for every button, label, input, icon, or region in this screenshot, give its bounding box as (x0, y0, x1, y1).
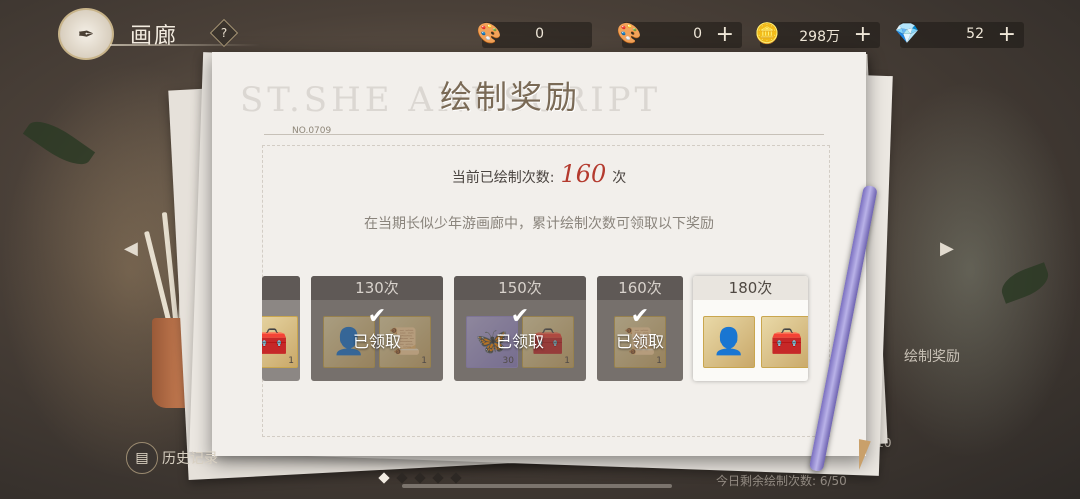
avatar-frame-icon: 👤 (703, 316, 755, 368)
claimed-label: 已领取 (352, 332, 401, 351)
reward-card-150[interactable]: 150次 🦋 30 🧰 1 ✔ 已领取 (454, 276, 586, 381)
reward-card-label: 180次 (693, 276, 808, 300)
document-number: NO.0709 (292, 126, 332, 136)
currency-paint-a: 🎨 0 (477, 21, 592, 48)
reward-card-160[interactable]: 160次 📜 1 ✔ 已领取 (597, 276, 683, 381)
reward-card-partial[interactable]: 🧰 1 (262, 276, 300, 381)
reward-card-130[interactable]: 130次 👤 📜 1 ✔ 已领取 (311, 276, 443, 381)
page-dot[interactable] (432, 472, 444, 484)
add-paint-button[interactable]: + (716, 22, 734, 48)
currency-value: 298万 (799, 29, 840, 45)
reward-card-label (262, 276, 300, 300)
currency-coin: 🪙 298万 + (755, 21, 880, 48)
paint-set-icon: 🎨 (616, 21, 642, 45)
reward-card-180[interactable]: 180次 👤 🧰 (693, 276, 808, 381)
diamond-icon: 💎 (894, 21, 920, 45)
page-dot[interactable] (378, 472, 390, 484)
page-dot[interactable] (450, 472, 462, 484)
check-icon: ✔ (510, 304, 530, 329)
paint-set-icon: 🎨 (476, 21, 502, 45)
reward-card-label: 150次 (454, 276, 586, 300)
check-icon: ✔ (367, 304, 387, 329)
currency-value: 0 (535, 26, 544, 42)
currency-paint-b: 🎨 0 + (617, 21, 742, 48)
title-underline (110, 44, 260, 46)
reward-card-label: 160次 (597, 276, 683, 300)
item-qty: 1 (288, 356, 294, 366)
arrow-right-icon[interactable]: ▶ (940, 238, 954, 259)
currency-value: 0 (693, 26, 702, 42)
help-icon: ? (220, 26, 228, 40)
claimed-label: 已领取 (615, 332, 664, 351)
draw-count-suffix: 次 (612, 170, 627, 186)
jewelry-box-icon: 🧰 1 (262, 316, 298, 368)
draw-count-prefix: 当前已绘制次数: (451, 170, 555, 186)
draw-count-row: 当前已绘制次数: 160 次 (212, 160, 866, 188)
quill-badge-icon[interactable]: ✒ (58, 8, 114, 60)
history-label[interactable]: 历史记录 (162, 448, 218, 468)
remaining-draws-text: 今日剩余绘制次数: 6/50 (716, 474, 847, 488)
background-reward-label: 绘制奖励 (904, 349, 960, 365)
page-dot[interactable] (414, 472, 426, 484)
draw-count-value: 160 (560, 160, 607, 188)
add-diamond-button[interactable]: + (998, 22, 1016, 48)
page-dot[interactable] (396, 472, 408, 484)
panel-title: 绘制奖励 (440, 78, 581, 116)
page-indicator (378, 472, 462, 484)
check-icon: ✔ (630, 304, 650, 329)
claimed-label: 已领取 (495, 332, 544, 351)
reward-card-label: 130次 (311, 276, 443, 300)
coin-icon: 🪙 (754, 21, 780, 45)
arrow-left-icon[interactable]: ◀ (124, 238, 138, 259)
history-icon[interactable]: ▤ (126, 442, 158, 474)
add-coin-button[interactable]: + (854, 22, 872, 48)
help-button[interactable]: ? (209, 18, 239, 48)
currency-value: 52 (966, 26, 984, 42)
meta-line (264, 134, 824, 135)
reward-description: 在当期长似少年游画廊中，累计绘制次数可领取以下奖励 (364, 216, 714, 232)
currency-diamond: 💎 52 + (895, 21, 1024, 48)
scroll-thumb[interactable] (402, 484, 672, 488)
jewelry-box-icon: 🧰 (761, 316, 808, 368)
